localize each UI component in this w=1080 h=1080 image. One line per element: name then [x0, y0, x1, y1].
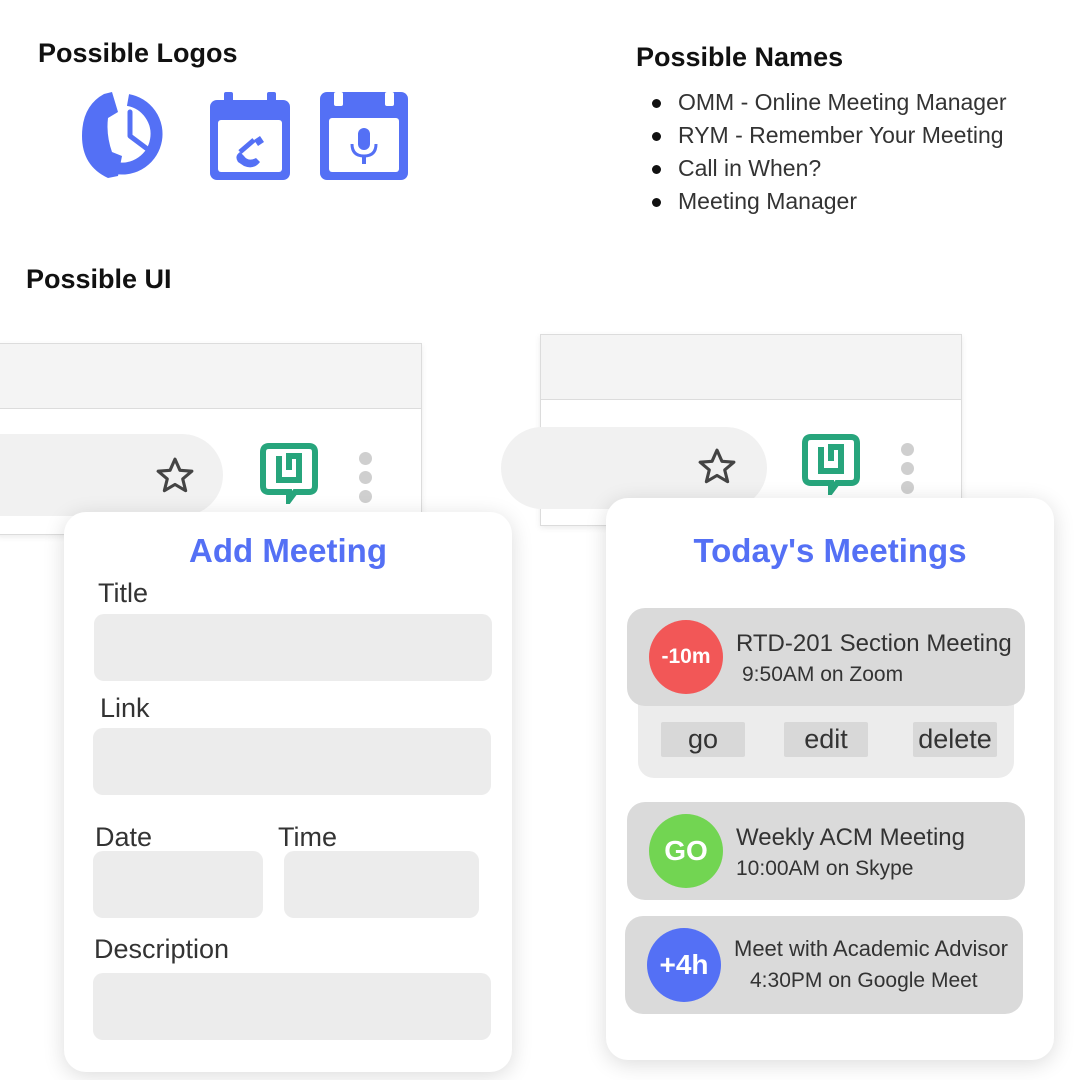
add-meeting-popup: Add Meeting Title Link Date Time Descrip…: [64, 512, 512, 1072]
list-item: Meeting Manager: [638, 185, 1068, 218]
time-badge: -10m: [649, 620, 723, 694]
time-label: Time: [278, 822, 337, 852]
calendar-phone-icon: [210, 92, 290, 180]
title-label: Title: [98, 578, 149, 608]
popup-title: Today's Meetings: [693, 532, 967, 569]
meeting-title: Meet with Academic Advisor: [734, 936, 1008, 961]
title-field[interactable]: [94, 614, 492, 681]
bullet-icon: [652, 99, 661, 108]
phone-clock-icon: [78, 86, 176, 184]
go-button[interactable]: go: [661, 722, 745, 757]
meeting-card[interactable]: -10m RTD-201 Section Meeting 9:50AM on Z…: [627, 608, 1025, 706]
extension-logo-icon[interactable]: [801, 433, 861, 500]
list-item: OMM - Online Meeting Manager: [638, 86, 1068, 119]
edit-button[interactable]: edit: [784, 722, 868, 757]
logos-heading: Possible Logos: [38, 38, 238, 68]
bullet-icon: [652, 198, 661, 207]
description-label: Description: [94, 934, 230, 964]
time-badge: GO: [649, 814, 723, 888]
meeting-title: RTD-201 Section Meeting: [736, 630, 1012, 657]
browser-window-left: [0, 343, 422, 535]
kebab-menu-icon[interactable]: [901, 443, 915, 500]
names-heading: Possible Names: [636, 42, 844, 72]
star-icon[interactable]: [695, 445, 739, 489]
list-item: Call in When?: [638, 152, 1068, 185]
time-field[interactable]: [284, 851, 479, 918]
bullet-icon: [652, 132, 661, 141]
popup-title: Add Meeting: [189, 532, 387, 569]
description-field[interactable]: [93, 973, 491, 1040]
calendar-mic-icon: [320, 92, 408, 180]
tab-bar: [541, 335, 961, 400]
todays-meetings-popup: Today's Meetings go edit delete -10m RTD…: [606, 498, 1054, 1060]
date-field[interactable]: [93, 851, 263, 918]
extension-logo-icon[interactable]: [259, 442, 319, 509]
time-badge: +4h: [647, 928, 721, 1002]
names-list: OMM - Online Meeting Manager RYM - Remem…: [638, 86, 1068, 218]
delete-button[interactable]: delete: [913, 722, 997, 757]
list-item: RYM - Remember Your Meeting: [638, 119, 1068, 152]
meeting-subtitle: 9:50AM on Zoom: [742, 663, 904, 686]
link-field[interactable]: [93, 728, 491, 795]
tab-bar: [0, 344, 421, 409]
meeting-title: Weekly ACM Meeting: [736, 824, 965, 851]
meeting-card[interactable]: +4h Meet with Academic Advisor 4:30PM on…: [625, 916, 1023, 1014]
kebab-menu-icon[interactable]: [359, 452, 373, 509]
ui-heading: Possible UI: [26, 264, 172, 294]
meeting-subtitle: 10:00AM on Skype: [736, 857, 914, 880]
link-label: Link: [100, 693, 150, 723]
meeting-subtitle: 4:30PM on Google Meet: [750, 969, 978, 992]
date-label: Date: [95, 822, 153, 852]
bullet-icon: [652, 165, 661, 174]
star-icon[interactable]: [153, 454, 197, 498]
meeting-card[interactable]: GO Weekly ACM Meeting 10:00AM on Skype: [627, 802, 1025, 900]
